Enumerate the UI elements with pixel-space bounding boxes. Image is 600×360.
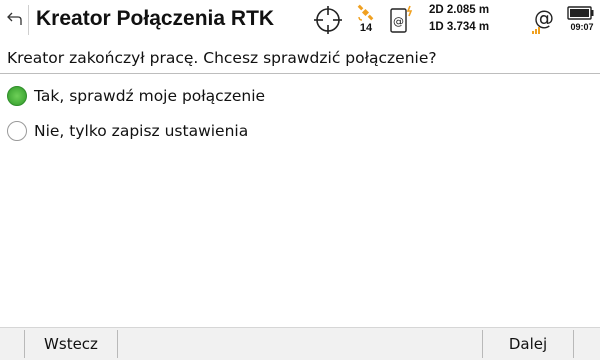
footer-divider: [573, 330, 574, 358]
radio-option-label[interactable]: Nie, tylko zapisz ustawienia: [34, 122, 248, 140]
next-button[interactable]: Dalej: [483, 328, 573, 360]
radio-button-selected[interactable]: [7, 86, 27, 106]
header-bar: Kreator Połączenia RTK 14 @ 2D 2.085 m 1…: [0, 0, 600, 40]
question-text: Kreator zakończył pracę. Chcesz sprawdzi…: [7, 49, 437, 67]
precision-1d: 1D 3.734 m: [429, 21, 490, 33]
footer-divider: [117, 330, 118, 358]
radio-option-check-connection[interactable]: Tak, sprawdź moje połączenie: [7, 84, 407, 110]
device-radio-icon[interactable]: @: [388, 4, 418, 34]
back-button[interactable]: Wstecz: [25, 328, 117, 360]
svg-text:@: @: [534, 6, 554, 30]
network-at-icon[interactable]: @: [530, 5, 558, 35]
question-divider: [0, 73, 600, 74]
radio-option-label[interactable]: Tak, sprawdź moje połączenie: [34, 87, 265, 105]
radio-button-unselected[interactable]: [7, 121, 27, 141]
crosshair-icon[interactable]: [313, 5, 343, 35]
precision-2d: 2D 2.085 m: [429, 4, 490, 16]
clock: 09:07: [570, 22, 594, 32]
footer-bar: Wstecz Dalej: [0, 327, 600, 360]
satellite-icon[interactable]: [356, 4, 374, 22]
back-arrow-icon[interactable]: [6, 10, 24, 28]
page-title: Kreator Połączenia RTK: [36, 7, 275, 30]
svg-text:@: @: [393, 15, 404, 28]
header-divider: [28, 5, 29, 35]
radio-option-save-only[interactable]: Nie, tylko zapisz ustawienia: [7, 119, 407, 145]
battery-icon[interactable]: [567, 5, 595, 21]
satellite-count: 14: [359, 22, 373, 34]
